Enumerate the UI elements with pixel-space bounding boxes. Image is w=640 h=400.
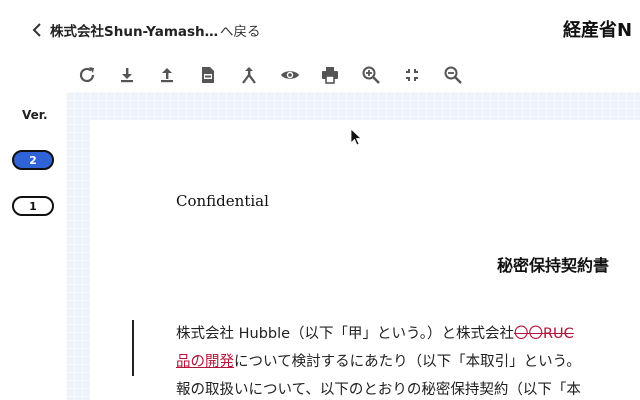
body-line-2: 品の開発について検討するにあたり（以下「本取引」という。 xyxy=(176,350,581,371)
body-line-1: 株式会社 Hubble（以下「甲」という。）と株式会社〇〇RUC xyxy=(176,322,574,343)
breadcrumb-company[interactable]: 株式会社Shun-Yamash… xyxy=(50,20,218,40)
version-2-button[interactable]: 2 xyxy=(12,150,54,170)
upload-icon[interactable] xyxy=(155,63,179,87)
body-text: 株式会社 Hubble（以下「甲」という。）と株式会社 xyxy=(176,326,514,342)
chevron-left-icon[interactable] xyxy=(30,21,44,39)
refresh-icon[interactable] xyxy=(75,63,99,87)
inserted-text: 品の開発 xyxy=(176,354,234,370)
version-1-button[interactable]: 1 xyxy=(12,196,54,216)
body-text: 報の取扱いについて、以下のとおりの秘密保持契約（以下「本 xyxy=(176,382,581,398)
print-icon[interactable] xyxy=(318,63,342,87)
deleted-text: 〇〇RUC xyxy=(513,326,574,342)
version-rail: Ver. 2 1 xyxy=(0,58,66,400)
confidential-label: Confidential xyxy=(176,192,269,210)
document-title: 経産省N xyxy=(563,20,633,41)
contract-title: 秘密保持契約書 xyxy=(497,256,610,275)
back-link[interactable]: へ戻る xyxy=(220,20,261,40)
fit-shrink-icon[interactable] xyxy=(400,63,424,87)
download-icon[interactable] xyxy=(115,63,139,87)
top-bar: 株式会社Shun-Yamash… へ戻る 経産省N xyxy=(0,0,640,58)
mouse-cursor-icon xyxy=(350,128,362,146)
change-indicator-bar xyxy=(132,320,134,376)
zoom-in-icon[interactable] xyxy=(359,63,383,87)
viewer-toolbar xyxy=(66,58,640,92)
body-line-3: 報の取扱いについて、以下のとおりの秘密保持契約（以下「本 xyxy=(176,378,581,399)
zoom-out-icon[interactable] xyxy=(441,63,465,87)
body-text: について検討するにあたり（以下「本取引」という。 xyxy=(234,354,581,370)
preview-eye-icon[interactable] xyxy=(278,63,302,87)
export-pdf-icon[interactable] xyxy=(196,63,220,87)
version-label: Ver. xyxy=(22,108,48,122)
merge-icon[interactable] xyxy=(237,63,261,87)
